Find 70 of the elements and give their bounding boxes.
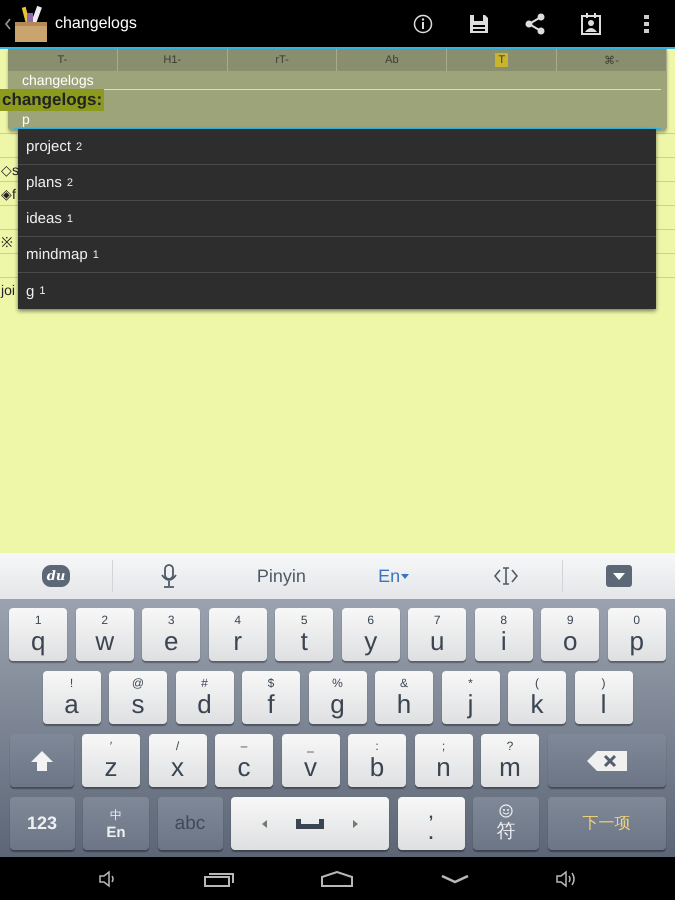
caret-icon xyxy=(401,574,410,578)
letter-key[interactable]: – c xyxy=(215,734,273,787)
language-button[interactable]: En xyxy=(338,553,450,599)
share-icon xyxy=(524,12,546,34)
letter-key[interactable]: 7 u xyxy=(408,608,466,661)
letter-key[interactable]: @ s xyxy=(109,671,167,724)
suggestion-item[interactable]: project 2 xyxy=(18,129,656,165)
calendar-person-icon xyxy=(581,12,601,34)
letter-key[interactable]: 4 r xyxy=(208,608,267,661)
text-cursor-icon xyxy=(494,566,518,586)
letter-key[interactable]: $ f xyxy=(242,671,300,724)
volume-up-button[interactable] xyxy=(556,870,576,888)
format-tool[interactable]: T xyxy=(495,53,508,67)
letter-key[interactable]: 5 t xyxy=(275,608,334,661)
letter-key[interactable]: / x xyxy=(148,734,206,787)
letter-key[interactable]: & h xyxy=(375,671,433,724)
microphone-icon xyxy=(161,564,178,588)
recent-apps-icon xyxy=(204,870,234,886)
space-icon xyxy=(260,816,360,830)
language-key[interactable]: 中 En xyxy=(83,797,149,850)
letter-key[interactable]: ! a xyxy=(42,671,100,724)
letter-key[interactable]: 6 y xyxy=(342,608,400,661)
letter-key[interactable]: * j xyxy=(442,671,500,724)
note-line: ※ xyxy=(0,233,13,251)
chevron-down-icon xyxy=(440,874,469,884)
recent-apps-button[interactable] xyxy=(204,870,234,886)
backspace-key[interactable] xyxy=(548,734,666,787)
punctuation-key[interactable]: ,. xyxy=(398,797,464,850)
speaker-loud-icon xyxy=(556,870,576,888)
shift-key[interactable] xyxy=(10,734,74,787)
letter-key[interactable]: ( k xyxy=(508,671,566,724)
letter-key[interactable]: # d xyxy=(176,671,234,724)
back-icon[interactable] xyxy=(4,18,12,30)
numbers-key[interactable]: 123 xyxy=(10,797,74,850)
smiley-icon xyxy=(499,804,513,818)
letter-key[interactable]: 1 q xyxy=(9,608,68,661)
suggestion-item[interactable]: g 1 xyxy=(18,273,656,309)
note-line: joi xyxy=(0,282,16,298)
letter-key[interactable]: 0 p xyxy=(608,608,666,661)
note-line: ◇s xyxy=(0,162,19,178)
backspace-icon xyxy=(586,750,626,770)
suggestion-item[interactable]: plans 2 xyxy=(18,165,656,201)
letter-key[interactable]: ′ z xyxy=(82,734,140,787)
home-button[interactable] xyxy=(321,870,354,886)
info-icon xyxy=(413,14,433,34)
pencil-box-icon[interactable] xyxy=(14,4,48,42)
more-icon xyxy=(644,14,650,34)
note-line: ◈f xyxy=(0,186,16,202)
suggestion-item[interactable]: mindmap 1 xyxy=(18,237,656,273)
letter-key[interactable]: 2 w xyxy=(76,608,134,661)
arrow-up-icon xyxy=(30,750,54,772)
letter-key[interactable]: ) l xyxy=(574,671,632,724)
letter-key[interactable]: 3 e xyxy=(142,608,200,661)
suggestion-item[interactable]: ideas 1 xyxy=(18,201,656,237)
logo-button[interactable]: du xyxy=(0,553,112,599)
input-mode-button[interactable]: Pinyin xyxy=(225,553,338,599)
dropdown-square-icon xyxy=(606,565,632,587)
letter-key[interactable]: ? m xyxy=(481,734,539,787)
letter-key[interactable]: % g xyxy=(308,671,366,724)
letter-key[interactable]: 9 o xyxy=(541,608,600,661)
home-icon xyxy=(321,870,354,886)
letter-key[interactable]: ; n xyxy=(414,734,472,787)
letter-key[interactable]: _ v xyxy=(282,734,340,787)
window-title: changelogs xyxy=(55,14,138,32)
symbol-key[interactable]: 符 xyxy=(473,797,539,850)
space-key[interactable] xyxy=(231,797,389,850)
letter-key[interactable]: : b xyxy=(348,734,406,787)
hide-keyboard-nav-button[interactable] xyxy=(440,874,469,884)
letter-key[interactable]: 8 i xyxy=(474,608,533,661)
heading-text: changelogs: xyxy=(0,89,104,111)
